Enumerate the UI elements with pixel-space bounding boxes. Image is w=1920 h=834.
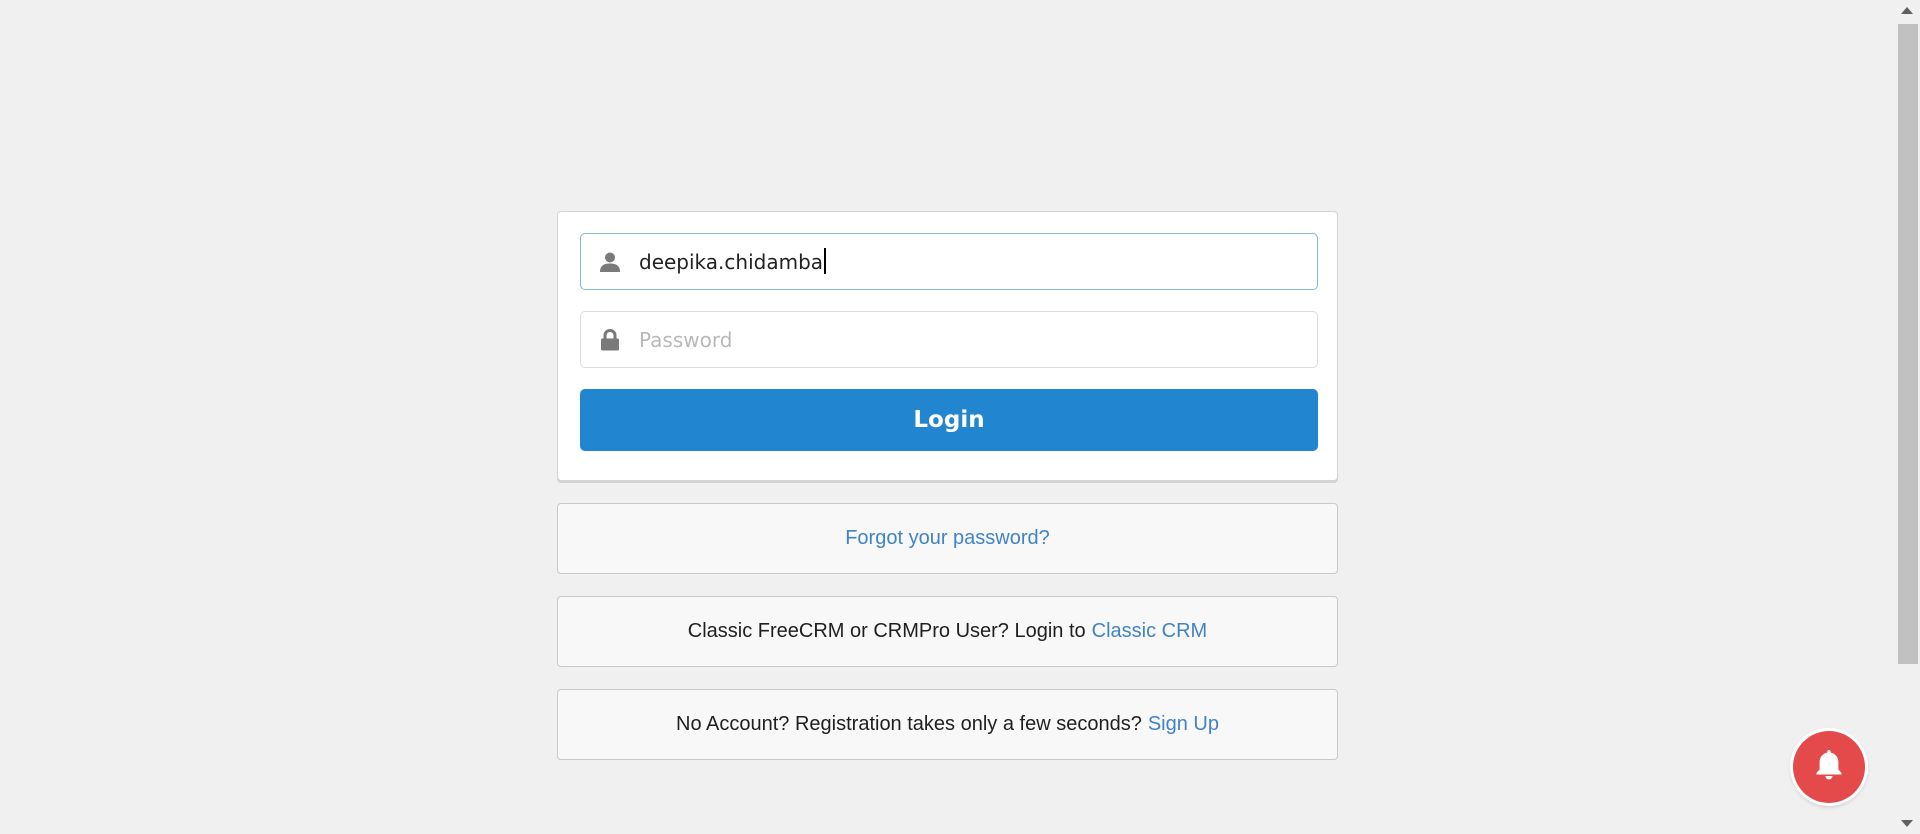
login-card: deepika.chidamba Password Login [557, 211, 1338, 481]
classic-crm-box: Classic FreeCRM or CRMPro User? Login to… [557, 596, 1338, 667]
scroll-up-arrow-icon[interactable] [1901, 7, 1913, 14]
notification-button[interactable] [1793, 731, 1865, 803]
bell-icon [1811, 747, 1847, 788]
signup-text: No Account? Registration takes only a fe… [676, 713, 1142, 735]
username-input[interactable]: deepika.chidamba [639, 247, 827, 274]
forgot-password-box: Forgot your password? [557, 503, 1338, 574]
forgot-password-link[interactable]: Forgot your password? [845, 527, 1050, 550]
classic-crm-link[interactable]: Classic CRM [1092, 620, 1208, 643]
login-button[interactable]: Login [580, 389, 1318, 451]
lock-icon [581, 312, 639, 367]
username-field[interactable]: deepika.chidamba [580, 233, 1318, 290]
password-field[interactable]: Password [580, 311, 1318, 368]
user-icon [581, 234, 639, 289]
password-input[interactable]: Password [639, 328, 732, 352]
signup-box: No Account? Registration takes only a fe… [557, 689, 1338, 760]
login-page: deepika.chidamba Password Login Forgot y… [0, 0, 1920, 834]
scroll-down-arrow-icon[interactable] [1901, 820, 1913, 827]
signup-link[interactable]: Sign Up [1148, 713, 1219, 736]
classic-crm-text: Classic FreeCRM or CRMPro User? Login to [687, 620, 1086, 642]
scrollbar-thumb[interactable] [1898, 24, 1918, 664]
vertical-scrollbar[interactable] [1896, 0, 1920, 834]
